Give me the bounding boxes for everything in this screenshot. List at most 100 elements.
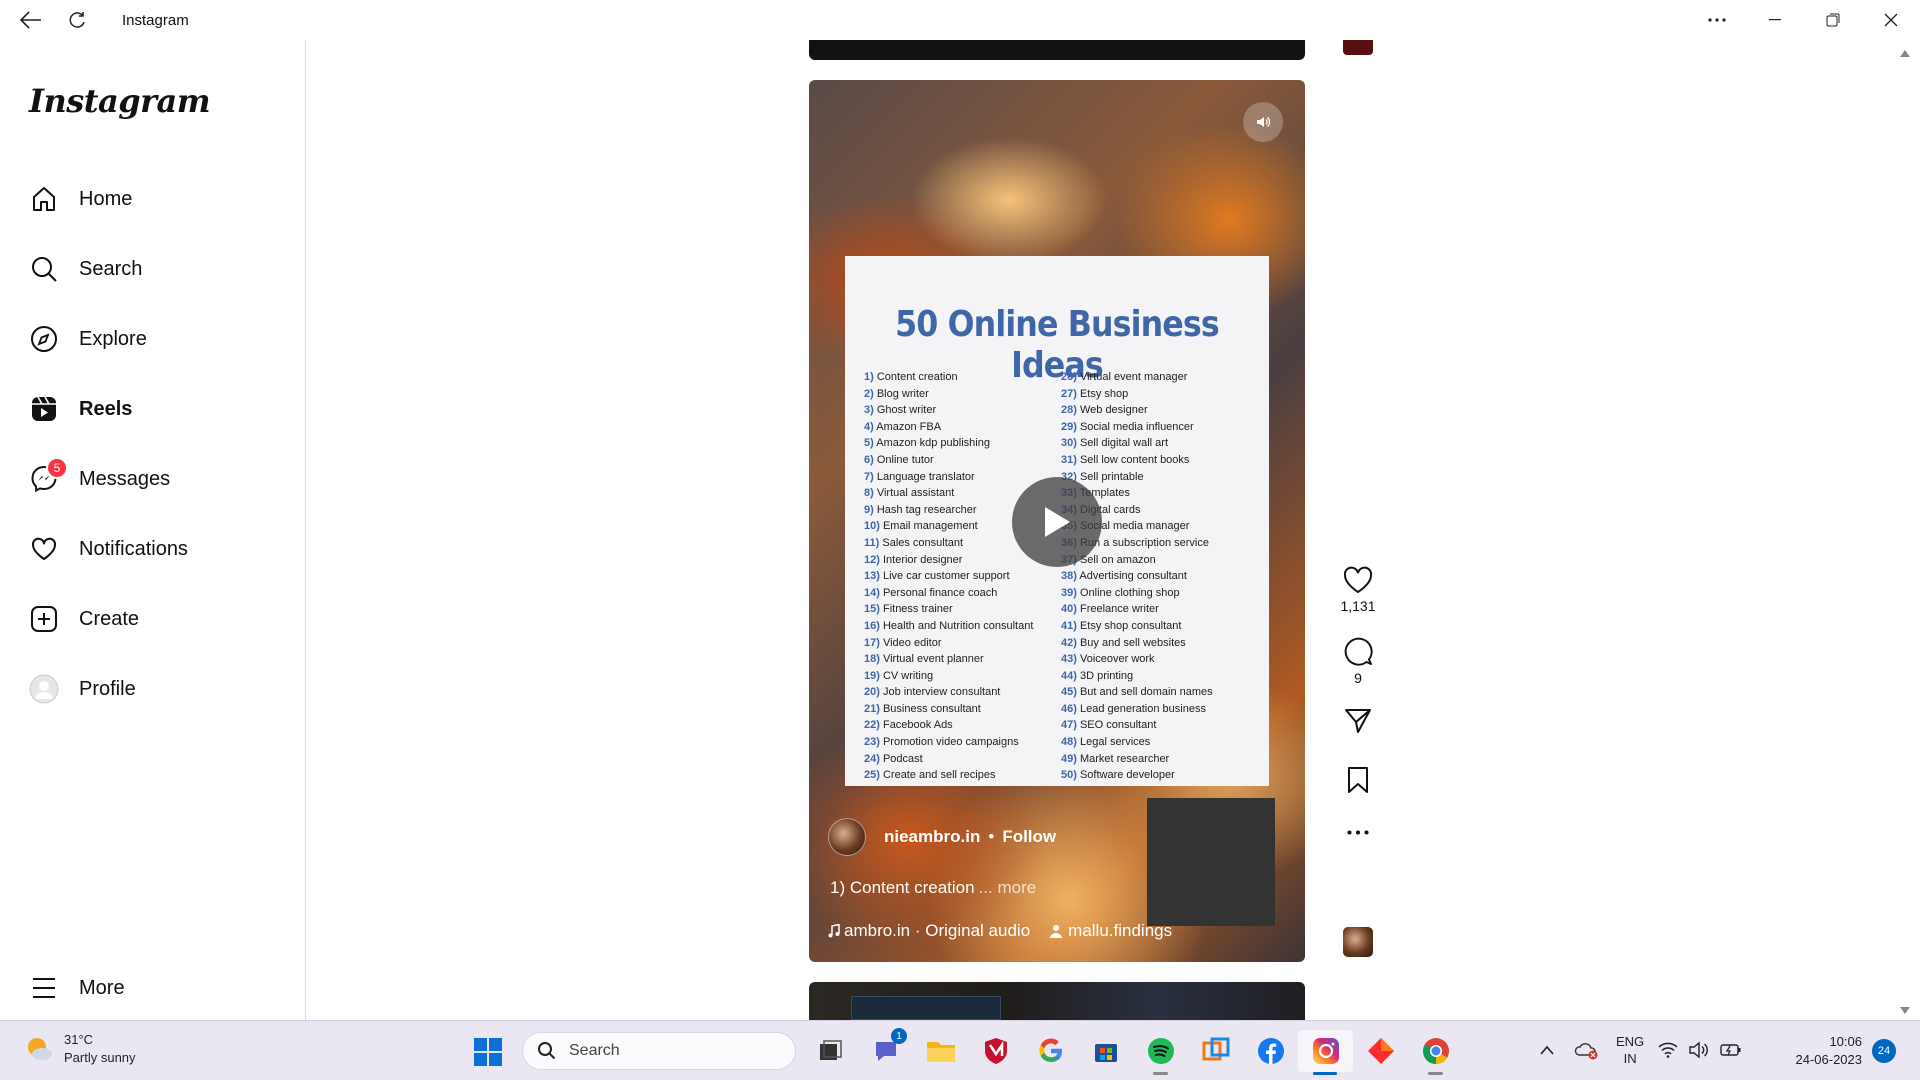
diamond-app-icon — [1367, 1038, 1394, 1064]
sidebar-item-search[interactable]: Search — [12, 241, 292, 297]
sidebar-item-messages[interactable]: 5 Messages — [12, 451, 292, 507]
scroll-up-arrow[interactable] — [1900, 44, 1910, 62]
close-button[interactable] — [1862, 0, 1920, 40]
more-action[interactable] — [1322, 830, 1394, 835]
volume-icon[interactable] — [1688, 1041, 1710, 1059]
sidebar-item-explore[interactable]: Explore — [12, 311, 292, 367]
reel-video[interactable]: 50 Online Business Ideas 1) Content crea… — [809, 80, 1305, 962]
minimize-button[interactable] — [1746, 0, 1804, 40]
idea-item: 26) Virtual event manager — [1061, 369, 1261, 386]
comment-icon[interactable] — [1343, 636, 1373, 666]
sidebar-item-home[interactable]: Home — [12, 171, 292, 227]
taskbar-remote-desktop[interactable] — [1188, 1030, 1243, 1072]
idea-item: 42) Buy and sell websites — [1061, 635, 1261, 652]
idea-text: Freelance writer — [1079, 603, 1159, 616]
sidebar-item-profile[interactable]: Profile — [12, 661, 292, 717]
taskbar-facebook[interactable] — [1243, 1030, 1298, 1072]
sidebar-item-create[interactable]: Create — [12, 591, 292, 647]
input-language[interactable]: ENG IN — [1616, 1033, 1644, 1067]
music-note-icon — [828, 924, 840, 938]
taskbar-search[interactable]: Search — [522, 1032, 796, 1070]
wifi-icon[interactable] — [1658, 1042, 1678, 1058]
play-icon — [1045, 507, 1070, 537]
share-action[interactable] — [1322, 708, 1394, 734]
idea-item: 18) Virtual event planner — [864, 651, 1064, 668]
more-options-button[interactable] — [1688, 0, 1746, 40]
taskbar-file-explorer[interactable] — [913, 1030, 968, 1072]
start-button[interactable] — [473, 1037, 503, 1072]
taskbar-spotify[interactable] — [1133, 1030, 1188, 1075]
idea-item: 30) Sell digital wall art — [1061, 435, 1261, 452]
idea-text: Advertising consultant — [1079, 570, 1187, 583]
caption-more-link[interactable]: ... more — [979, 878, 1037, 897]
taskbar-instagram[interactable] — [1298, 1030, 1353, 1075]
idea-number: 48) — [1061, 736, 1077, 749]
follow-button[interactable]: Follow — [1002, 827, 1056, 847]
heart-icon[interactable] — [1343, 566, 1373, 594]
audio-name[interactable]: ambro.in · Original audio — [844, 921, 1030, 941]
idea-item: 43) Voiceover work — [1061, 651, 1261, 668]
facebook-icon — [1257, 1038, 1284, 1064]
taskbar-chat[interactable]: 1 — [858, 1028, 913, 1072]
idea-number: 1) — [864, 371, 874, 383]
window-title: Instagram — [122, 11, 189, 29]
sidebar-item-notifications[interactable]: Notifications — [12, 521, 292, 577]
battery-charging-icon[interactable] — [1720, 1042, 1742, 1058]
clock[interactable]: 10:06 24-06-2023 — [1776, 1033, 1863, 1069]
idea-number: 4) — [864, 420, 874, 433]
notification-center-badge[interactable]: 24 — [1872, 1039, 1896, 1063]
idea-item: 21) Business consultant — [864, 701, 1064, 718]
taskbar-app-red[interactable] — [1353, 1030, 1408, 1072]
mute-button[interactable] — [1243, 102, 1283, 142]
idea-item: 31) Sell low content books — [1061, 452, 1261, 469]
idea-number: 27) — [1061, 387, 1077, 400]
restore-button[interactable] — [1804, 0, 1862, 40]
idea-number: 20) — [864, 686, 880, 699]
idea-number: 25) — [864, 769, 880, 782]
idea-item: 39) Online clothing shop — [1061, 585, 1261, 602]
refresh-button[interactable] — [54, 0, 100, 40]
caret-down-icon — [1900, 1007, 1910, 1014]
sidebar-item-more[interactable]: More — [12, 960, 292, 1016]
chat-badge: 1 — [891, 1028, 907, 1044]
heart-icon — [29, 534, 59, 564]
comment-count[interactable]: 9 — [1354, 670, 1362, 686]
chevron-up-icon[interactable] — [1540, 1045, 1554, 1055]
back-button[interactable] — [8, 0, 54, 40]
weather-widget[interactable]: 31°C Partly sunny — [24, 1031, 136, 1067]
taskbar-store[interactable] — [1078, 1030, 1133, 1072]
play-button[interactable] — [1012, 477, 1102, 567]
owner-avatar[interactable] — [828, 818, 866, 856]
idea-text: Sales consultant — [882, 536, 964, 549]
idea-number: 18) — [864, 653, 880, 666]
taskbar-chrome[interactable] — [1408, 1030, 1463, 1075]
idea-number: 19) — [864, 669, 880, 682]
onedrive-offline-icon[interactable] — [1574, 1040, 1598, 1060]
idea-text: SEO consultant — [1079, 719, 1157, 732]
instagram-icon — [1312, 1038, 1339, 1064]
scroll-down-arrow[interactable] — [1900, 1002, 1910, 1020]
previous-reel-audio-thumb[interactable] — [1343, 40, 1373, 55]
sidebar-item-label: Profile — [79, 677, 136, 700]
weather-desc: Partly sunny — [64, 1050, 136, 1065]
like-count[interactable]: 1,131 — [1340, 598, 1375, 614]
audio-thumbnail[interactable] — [1343, 927, 1373, 957]
taskbar-mcafee[interactable] — [968, 1030, 1023, 1072]
idea-text: Online tutor — [876, 453, 934, 466]
tagged-user[interactable]: mallu.findings — [1050, 921, 1172, 941]
previous-reel[interactable] — [809, 40, 1305, 60]
taskbar-google[interactable] — [1023, 1030, 1078, 1072]
idea-text: Etsy shop — [1079, 387, 1129, 400]
idea-number: 49) — [1061, 752, 1077, 765]
idea-item: 1) Content creation — [864, 369, 1064, 386]
idea-text: Run a subscription service — [1079, 536, 1209, 549]
sidebar-item-reels[interactable]: Reels — [12, 381, 292, 437]
sidebar-item-label: Reels — [79, 397, 133, 420]
idea-item: 17) Video editor — [864, 635, 1064, 652]
taskbar-apps: 1 — [803, 1028, 1463, 1075]
instagram-logo[interactable]: Instagram — [29, 82, 211, 120]
save-action[interactable] — [1322, 766, 1394, 794]
owner-username[interactable]: nieambro.in — [884, 827, 980, 847]
next-reel[interactable] — [809, 982, 1305, 1020]
task-view-button[interactable] — [803, 1030, 858, 1072]
